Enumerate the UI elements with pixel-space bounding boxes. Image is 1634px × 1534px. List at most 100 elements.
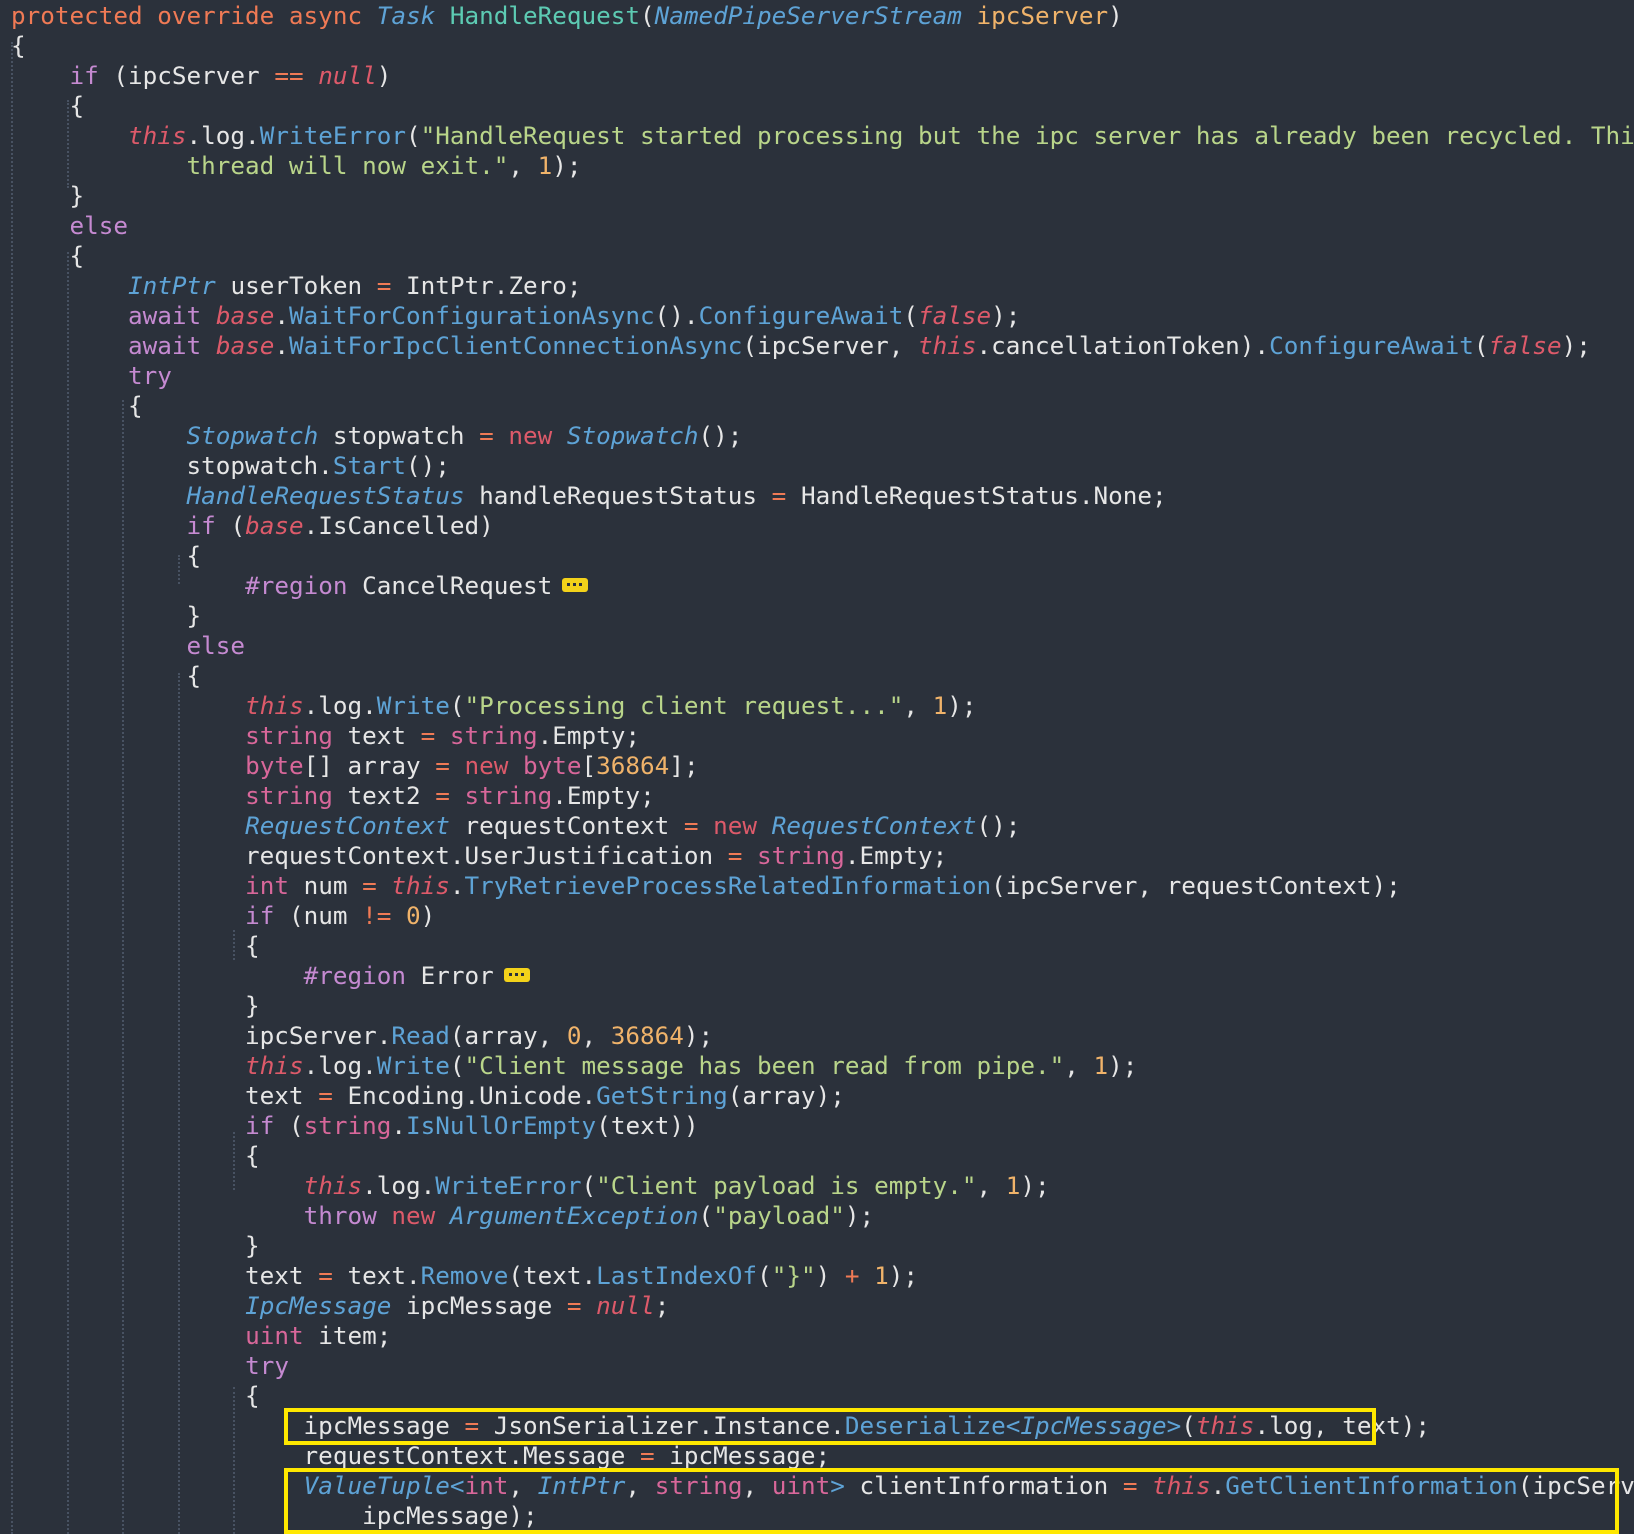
code-token: =	[420, 721, 450, 750]
code-token: (	[757, 1261, 772, 1290]
code-token: {	[11, 391, 143, 420]
code-token: LastIndexOf	[596, 1261, 758, 1290]
code-line: IpcMessage ipcMessage = null;	[11, 1291, 669, 1321]
code-token: null	[596, 1291, 655, 1320]
code-token: else	[186, 631, 246, 660]
code-line: if (ipcServer == null)	[11, 61, 392, 91]
code-token: ArgumentException	[449, 1201, 699, 1230]
code-token: )	[376, 61, 392, 90]
code-token: (array);	[727, 1081, 845, 1110]
code-token: text.	[347, 1261, 421, 1290]
code-line: stopwatch.Start();	[11, 451, 450, 481]
code-token: text	[11, 1081, 319, 1110]
code-token: ().	[654, 301, 699, 330]
collapsed-region-icon[interactable]	[503, 968, 530, 982]
collapsed-region-icon[interactable]	[562, 578, 589, 592]
code-token: (	[288, 1111, 304, 1140]
code-token: );	[1561, 331, 1591, 360]
code-token: {	[11, 661, 202, 690]
code-line: this.log.WriteError("Client payload is e…	[11, 1171, 1050, 1201]
code-token: #region	[245, 571, 363, 600]
code-token: Remove	[420, 1261, 509, 1290]
code-token: [] array	[303, 751, 436, 780]
code-editor[interactable]: protected override async Task HandleRequ…	[0, 0, 1634, 1534]
code-token: (	[640, 1, 655, 30]
code-line: RequestContext requestContext = new Requ…	[11, 811, 1020, 841]
code-token: new	[508, 421, 567, 450]
code-token: WaitForIpcClientConnectionAsync	[288, 331, 743, 360]
code-token: ,	[903, 691, 933, 720]
code-token: =	[640, 1441, 670, 1470]
code-token: .	[449, 871, 465, 900]
code-token: "payload"	[713, 1201, 845, 1230]
code-line: await base.WaitForIpcClientConnectionAsy…	[11, 331, 1591, 361]
code-line: else	[11, 631, 246, 661]
code-token: uint	[245, 1321, 319, 1350]
code-line: uint item;	[11, 1321, 391, 1351]
code-token: .	[274, 331, 289, 360]
highlight-box-get-client-information	[284, 1468, 1619, 1534]
code-token: new	[391, 1201, 450, 1230]
code-token: base	[215, 301, 275, 330]
code-token: handleRequestStatus	[479, 481, 772, 510]
code-token: "}"	[771, 1261, 816, 1290]
code-token: byte	[245, 751, 304, 780]
code-token: );	[683, 1021, 714, 1050]
code-token: .Empty;	[844, 841, 948, 870]
code-token: (	[449, 691, 465, 720]
code-token: }	[11, 181, 85, 210]
code-token: );	[844, 1201, 875, 1230]
code-token: =	[435, 751, 465, 780]
code-line: {	[11, 91, 85, 121]
code-token: 0	[566, 1021, 582, 1050]
code-token: string	[464, 781, 553, 810]
code-token: 0	[405, 901, 421, 930]
code-token: byte	[523, 751, 582, 780]
code-token: (	[698, 1201, 714, 1230]
code-token: [	[581, 751, 597, 780]
code-token: )	[1108, 1, 1123, 30]
code-line: }	[11, 991, 260, 1021]
code-token: (num	[288, 901, 363, 930]
code-token: ();	[405, 451, 450, 480]
code-token: #region	[303, 961, 421, 990]
code-token: =	[683, 811, 714, 840]
code-token: string	[245, 781, 348, 810]
code-token: (	[581, 1171, 597, 1200]
code-token: );	[552, 151, 582, 180]
code-token: string	[757, 841, 845, 870]
code-token: {	[11, 31, 26, 60]
code-token: {	[11, 1381, 260, 1410]
code-token: (	[405, 121, 421, 150]
code-token: .Empty;	[552, 781, 655, 810]
code-token: .Empty;	[537, 721, 641, 750]
code-token: =	[376, 271, 406, 300]
code-token: IsNullOrEmpty	[406, 1111, 597, 1140]
code-token: +	[844, 1261, 875, 1290]
code-token: .	[391, 1111, 407, 1140]
code-line: if (num != 0)	[11, 901, 435, 931]
code-token: WriteError	[435, 1171, 582, 1200]
code-token: {	[11, 541, 202, 570]
code-token: int	[245, 871, 304, 900]
code-token: .IsCancelled)	[303, 511, 494, 540]
code-token: WaitForConfigurationAsync	[288, 301, 655, 330]
code-line: text = Encoding.Unicode.GetString(array)…	[11, 1081, 845, 1111]
code-token: ipcServer.	[11, 1021, 392, 1050]
code-line: requestContext.UserJustification = strin…	[11, 841, 947, 871]
code-token: }	[11, 1231, 260, 1260]
